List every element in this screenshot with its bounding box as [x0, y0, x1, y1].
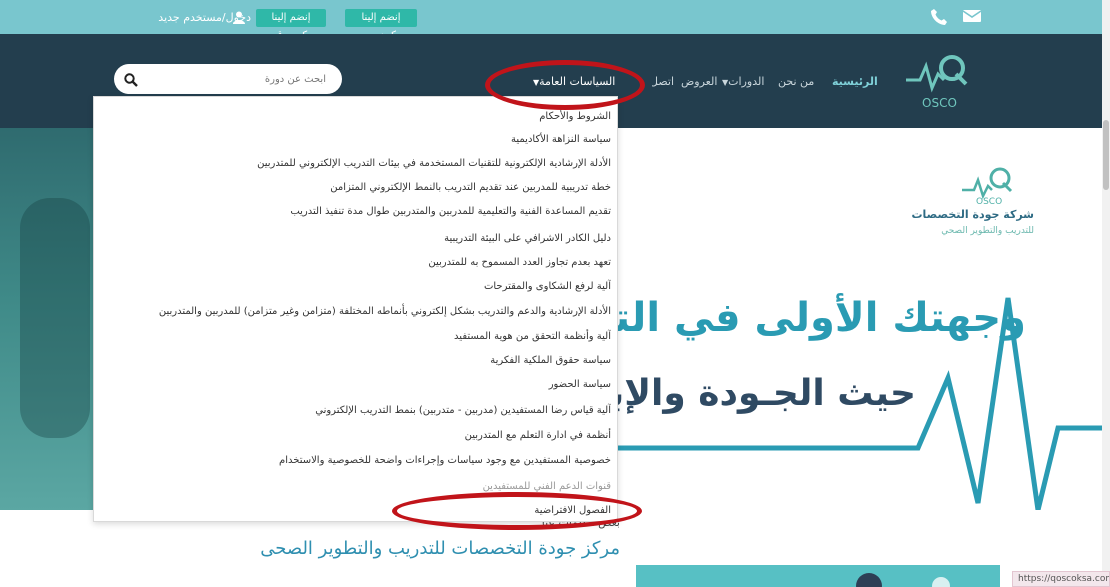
dropdown-item-supervisory-guide[interactable]: دليل الكادر الاشرافي على البيئة التدريبي…: [91, 230, 611, 248]
top-contact-bar: إنضم إلينا كمدرب إنضم إلينا كمسوق دخول/م…: [0, 0, 1102, 41]
search-input[interactable]: [146, 70, 326, 88]
dropdown-item-privacy[interactable]: خصوصية المستفيدين مع وجود سياسات وإجراءا…: [91, 452, 611, 470]
course-search: [114, 64, 342, 94]
nav-offers[interactable]: العروض: [681, 75, 717, 89]
login-register-link[interactable]: دخول/مستخدم جديد: [116, 10, 251, 26]
policies-dropdown-menu: الشروط والأحكام سياسة النزاهة الأكاديمية…: [93, 96, 618, 522]
logo-text: OSCO: [922, 96, 957, 110]
dropdown-item-academic-integrity[interactable]: سياسة النزاهة الأكاديمية: [91, 131, 611, 149]
mail-icon[interactable]: [962, 8, 982, 24]
dropdown-item-terms[interactable]: الشروط والأحكام: [91, 108, 611, 126]
decorative-circle: [856, 573, 882, 587]
nav-about[interactable]: من نحن: [778, 75, 814, 89]
hero-logo: [962, 162, 1014, 202]
nav-courses[interactable]: الدورات▼: [722, 75, 764, 90]
page-scrollbar[interactable]: [1102, 0, 1110, 587]
scrollbar-thumb[interactable]: [1103, 120, 1109, 190]
dropdown-item-attendance[interactable]: سياسة الحضور: [91, 376, 611, 394]
company-subtitle: للتدريب والتطوير الصحي: [941, 226, 1034, 236]
hero-headline: وجهتك الأولى في التــدريب: [616, 295, 1026, 341]
dropdown-item-support-channels[interactable]: قنوات الدعم الفني للمستفيدين: [91, 478, 611, 496]
dropdown-item-trainee-limit[interactable]: تعهد بعدم تجاوز العدد المسموح به للمتدرب…: [91, 254, 611, 272]
dropdown-item-e-support-guides[interactable]: الأدلة الإرشادية والدعم والتدريب بشكل إل…: [91, 303, 611, 321]
company-name: شركة جودة التخصصات: [911, 208, 1034, 221]
dropdown-item-e-guides[interactable]: الأدلة الإرشادية الإلكترونية للتقنيات ال…: [91, 155, 611, 173]
dropdown-item-virtual-classes[interactable]: الفصول الافتراضية: [91, 502, 611, 520]
search-icon[interactable]: [124, 72, 138, 87]
dropdown-item-trainer-plan[interactable]: خطة تدريبية للمدربين عند تقديم التدريب ب…: [91, 179, 611, 197]
nav-courses-label: الدورات: [728, 75, 765, 88]
section-title: مركز جودة التخصصات للتدريب والتطوير الصح…: [260, 538, 620, 559]
nav-contact[interactable]: اتصل بنا: [652, 75, 674, 89]
phone-icon[interactable]: [930, 8, 948, 26]
join-as-marketer-button[interactable]: إنضم إلينا كمسوق: [256, 9, 326, 41]
dropdown-item-intellectual-property[interactable]: سياسة حقوق الملكية الفكرية: [91, 352, 611, 370]
decorative-circle: [932, 577, 950, 587]
status-bar-url: https://qoscoksa.com/t: [1012, 571, 1110, 587]
nav-policies-label: السياسات العامة: [539, 75, 616, 88]
user-icon: [233, 11, 245, 24]
nav-policies[interactable]: السياسات العامة▼: [533, 75, 615, 90]
hero-subheadline: حيث الجـودة والإبداع: [616, 373, 916, 414]
dropdown-item-identity-verification[interactable]: آلية وأنظمة التحقق من هوية المستفيد: [91, 328, 611, 346]
dropdown-item-satisfaction[interactable]: آلية قياس رضا المستفيدين (مدربين - متدرب…: [91, 402, 611, 420]
dropdown-item-lms[interactable]: أنظمة في ادارة التعلم مع المتدربين: [91, 427, 611, 445]
dropdown-item-complaints[interactable]: آلية لرفع الشكاوى والمقترحات: [91, 278, 611, 296]
dropdown-item-technical-support[interactable]: تقديم المساعدة الفنية والتعليمية للمدربي…: [91, 203, 611, 221]
about-image: [636, 565, 1000, 587]
hero-logo-text: OSCO: [976, 197, 1003, 207]
nav-home[interactable]: الرئيسية: [832, 75, 878, 89]
join-as-trainer-button[interactable]: إنضم إلينا كمدرب: [345, 9, 417, 41]
